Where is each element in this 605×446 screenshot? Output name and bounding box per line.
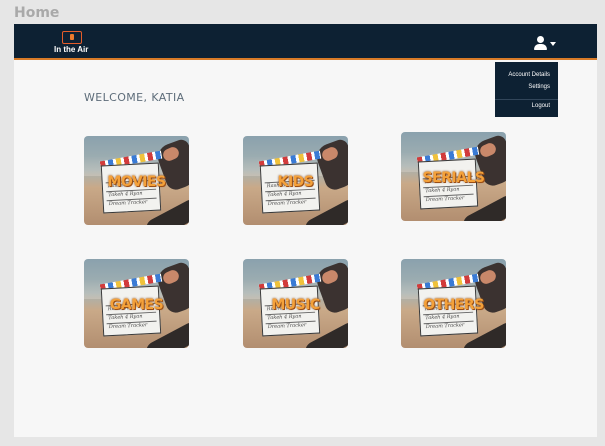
user-icon-head xyxy=(537,36,544,43)
user-menu-button[interactable] xyxy=(532,34,562,52)
category-card-movies[interactable]: Rasheda Takeh 4 Ryan Dream Tracker MOVIES xyxy=(84,136,189,225)
user-dropdown-menu: Account Details Settings Logout xyxy=(495,62,558,117)
category-label: KIDS xyxy=(277,174,314,190)
menu-item-logout[interactable]: Logout xyxy=(532,103,550,109)
clapper-text: Dream Tracker xyxy=(425,322,465,331)
app-frame: In the Air Account Details Settings Logo… xyxy=(14,24,597,437)
logo-text: In the Air xyxy=(54,45,89,54)
clapper-text: Dream Tracker xyxy=(267,322,307,331)
category-card-games[interactable]: Rasheda Takeh 4 Ryan Dream Tracker GAMES xyxy=(84,259,189,348)
navbar: In the Air xyxy=(14,24,597,60)
clapper-text: Takeh 4 Ryan xyxy=(425,313,460,322)
category-label: GAMES xyxy=(109,297,164,313)
category-label: OTHERS xyxy=(423,297,484,313)
welcome-heading: WELCOME, KATIA xyxy=(84,91,185,104)
app-logo[interactable]: In the Air xyxy=(54,31,100,57)
menu-divider xyxy=(495,99,558,100)
clapper-text: Takeh 4 Ryan xyxy=(425,186,460,195)
category-card-others[interactable]: Rasheda Takeh 4 Ryan Dream Tracker OTHERS xyxy=(401,259,506,348)
window-title: Home xyxy=(14,5,60,21)
category-label: MUSIC xyxy=(271,297,320,313)
caret-down-icon xyxy=(550,42,556,46)
category-card-kids[interactable]: Rasheda Takeh 4 Ryan Dream Tracker KIDS xyxy=(243,136,348,225)
user-icon-body xyxy=(534,44,547,50)
category-label: SERIALS xyxy=(422,170,485,186)
clapper-text: Dream Tracker xyxy=(425,195,465,204)
clapper-text: Takeh 4 Ryan xyxy=(267,313,302,322)
clapper-text: Dream Tracker xyxy=(267,199,307,208)
clapper-text: Dream Tracker xyxy=(108,322,148,331)
clapper-text: Takeh 4 Ryan xyxy=(108,190,143,199)
category-card-serials[interactable]: Rasheda Takeh 4 Ryan Dream Tracker SERIALS xyxy=(401,132,506,221)
category-label: MOVIES xyxy=(107,174,166,190)
tv-icon xyxy=(62,31,82,44)
category-card-music[interactable]: Rasheda Takeh 4 Ryan Dream Tracker MUSIC xyxy=(243,259,348,348)
menu-item-account-details[interactable]: Account Details xyxy=(508,72,550,78)
clapper-text: Dream Tracker xyxy=(108,199,148,208)
clapper-text: Takeh 4 Ryan xyxy=(267,190,302,199)
clapper-text: Takeh 4 Ryan xyxy=(108,313,143,322)
menu-item-settings[interactable]: Settings xyxy=(528,84,550,90)
